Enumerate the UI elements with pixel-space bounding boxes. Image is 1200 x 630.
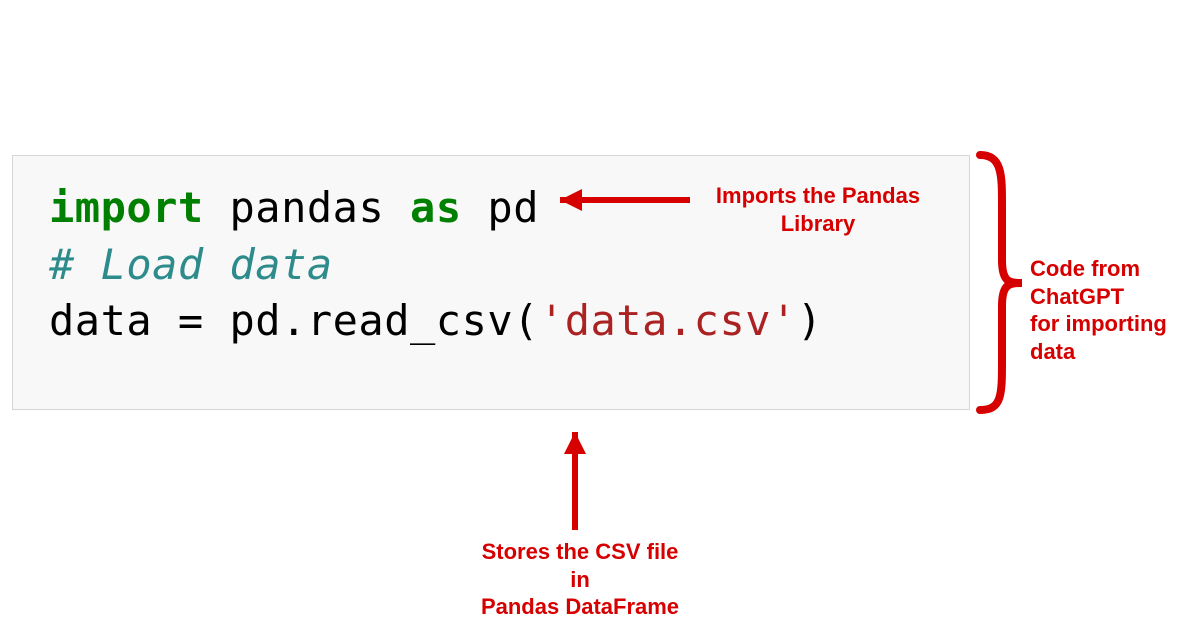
keyword-as: as [410, 183, 462, 232]
keyword-import: import [49, 183, 204, 232]
read-csv-call: data = pd.read_csv( [49, 296, 539, 345]
brace-right-icon [980, 155, 1022, 410]
annotation-imports-pandas: Imports the PandasLibrary [698, 182, 938, 237]
code-line-comment: # Load data [49, 237, 941, 294]
alias-pd: pd [487, 183, 539, 232]
string-quote-open: ' [539, 296, 565, 345]
code-line-4: data = pd.read_csv('data.csv') [49, 293, 941, 350]
arrow-bottom-icon [564, 432, 586, 530]
string-quote-close: ' [771, 296, 797, 345]
paren-close: ) [797, 296, 823, 345]
annotation-stores-csv: Stores the CSV file inPandas DataFrame [470, 538, 690, 621]
module-pandas: pandas [230, 183, 385, 232]
annotation-code-from-chatgpt: Code from ChatGPTfor importing data [1030, 255, 1198, 365]
string-filename: data.csv [565, 296, 771, 345]
